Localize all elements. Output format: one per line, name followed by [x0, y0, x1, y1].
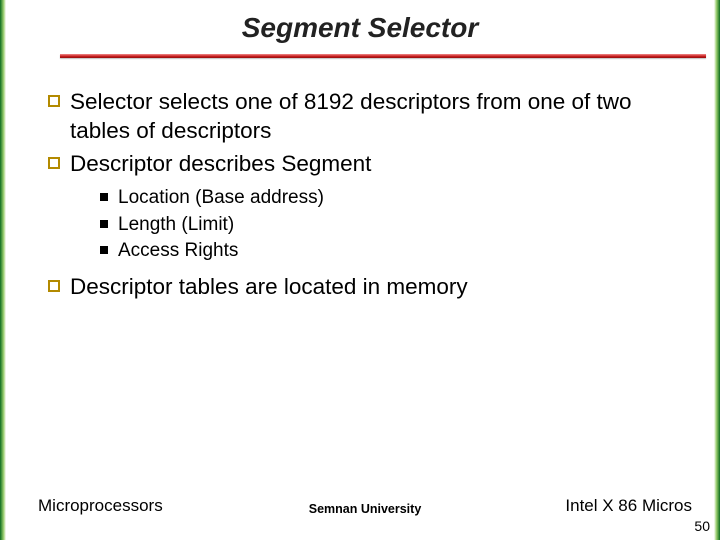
decoration-left-edge — [0, 0, 6, 540]
sub-bullet-list: Location (Base address) Length (Limit) A… — [100, 186, 688, 263]
footer-center: Semnan University — [309, 502, 422, 516]
sub-bullet-text: Access Rights — [118, 239, 238, 263]
bullet-text: Selector selects one of 8192 descriptors… — [70, 88, 688, 146]
hollow-square-bullet-icon — [48, 157, 60, 169]
title-wrap: Segment Selector — [0, 12, 720, 44]
page-number: 50 — [694, 518, 710, 534]
sub-bullet-item: Location (Base address) — [100, 186, 688, 210]
hollow-square-bullet-icon — [48, 95, 60, 107]
bullet-item: Descriptor tables are located in memory — [48, 273, 688, 302]
footer: Microprocessors Semnan University Intel … — [38, 496, 692, 516]
title-underline — [60, 54, 706, 60]
decoration-right-edge — [714, 0, 720, 540]
sub-bullet-item: Length (Limit) — [100, 213, 688, 237]
hollow-square-bullet-icon — [48, 280, 60, 292]
bullet-item: Selector selects one of 8192 descriptors… — [48, 88, 688, 146]
footer-right: Intel X 86 Micros — [565, 496, 692, 516]
filled-square-bullet-icon — [100, 246, 108, 254]
sub-bullet-text: Length (Limit) — [118, 213, 234, 237]
slide-title: Segment Selector — [0, 12, 720, 44]
sub-bullet-text: Location (Base address) — [118, 186, 324, 210]
filled-square-bullet-icon — [100, 220, 108, 228]
filled-square-bullet-icon — [100, 193, 108, 201]
bullet-text: Descriptor describes Segment — [70, 150, 371, 179]
footer-left: Microprocessors — [38, 496, 163, 516]
content-area: Selector selects one of 8192 descriptors… — [48, 88, 688, 306]
title-underline-bar — [60, 54, 706, 58]
bullet-item: Descriptor describes Segment — [48, 150, 688, 179]
sub-bullet-item: Access Rights — [100, 239, 688, 263]
bullet-text: Descriptor tables are located in memory — [70, 273, 468, 302]
slide: Segment Selector Selector selects one of… — [0, 0, 720, 540]
